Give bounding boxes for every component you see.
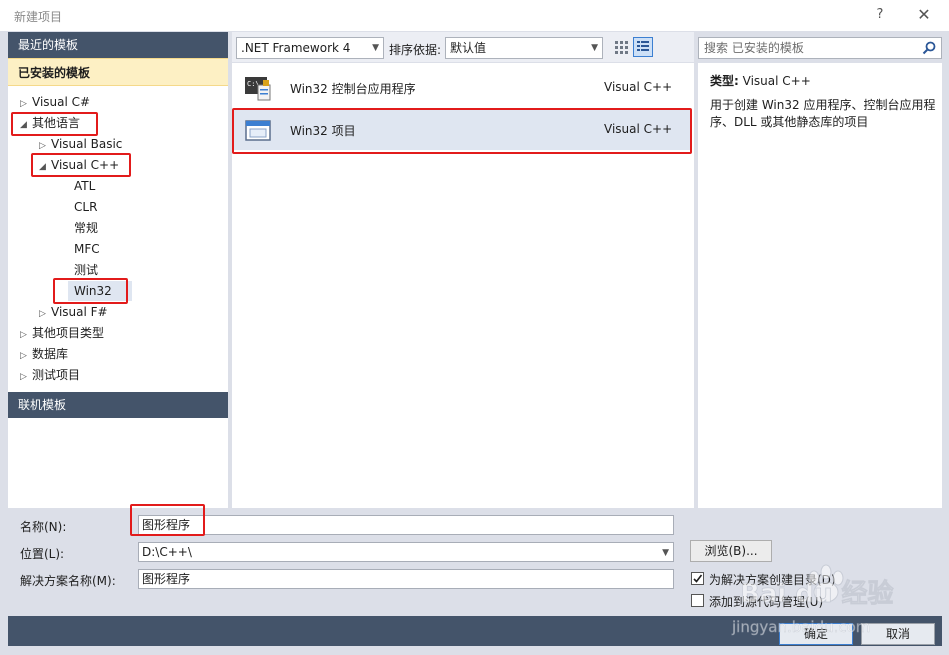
tree-item-label: Visual F# [51, 305, 108, 319]
create-directory-checkbox[interactable] [691, 572, 704, 585]
location-combo[interactable]: D:\C++\ ▼ [138, 542, 674, 562]
framework-value: .NET Framework 4 [241, 41, 351, 55]
framework-select[interactable]: .NET Framework 4 ▼ [236, 37, 384, 59]
highlight-box-win32-project [232, 108, 692, 154]
highlight-box-name [130, 504, 205, 536]
close-button[interactable]: ✕ [911, 4, 937, 26]
template-tree-pane: 最近的模板 已安装的模板 ▷ Visual C# ◢ 其他语言 ▷ Visual Ba… [8, 32, 228, 508]
console-app-icon: C:\ [245, 77, 271, 101]
tree-item-atl[interactable]: ATL [74, 176, 95, 196]
title-bar [0, 0, 949, 32]
watermark-brand: Bai du 经验 [740, 578, 894, 609]
tree-item-test-projects[interactable]: ▷ 测试项目 [20, 365, 80, 385]
search-icon[interactable] [921, 40, 937, 56]
name-label: 名称(N): [20, 520, 67, 534]
tree-item-clr[interactable]: CLR [74, 197, 97, 217]
tree-item-mfc[interactable]: MFC [74, 239, 100, 259]
check-icon [693, 574, 703, 583]
template-name: Win32 控制台应用程序 [290, 82, 416, 96]
tree-item-other-project-types[interactable]: ▷ 其他项目类型 [20, 323, 104, 343]
tree-item-label: 其他项目类型 [32, 326, 105, 340]
template-type: 类型: Visual C++ [710, 72, 811, 89]
expand-icon[interactable]: ▷ [39, 304, 51, 324]
template-row-win32-console[interactable]: C:\ Win32 控制台应用程序 Visual C++ [232, 68, 690, 108]
tree-item-visual-fsharp[interactable]: ▷ Visual F# [39, 302, 108, 322]
location-value: D:\C++\ [142, 545, 192, 559]
recent-templates-header[interactable]: 最近的模板 [8, 32, 228, 58]
name-input[interactable]: 图形程序 [138, 515, 674, 535]
type-label: 类型: [710, 74, 739, 88]
tree-item-general[interactable]: 常规 [74, 218, 98, 238]
list-view-button[interactable] [633, 37, 653, 57]
tree-item-label: 数据库 [32, 347, 69, 361]
highlight-box-win32 [53, 278, 128, 304]
type-value: Visual C++ [742, 74, 811, 88]
highlight-box-visual-cpp [31, 153, 131, 177]
list-view-icon [637, 41, 649, 51]
highlight-box-other-languages [11, 112, 98, 136]
expand-icon[interactable]: ▷ [20, 346, 32, 366]
template-description: 用于创建 Win32 应用程序、控制台应用程序、DLL 或其他静态库的项目 [710, 98, 936, 129]
chevron-down-icon: ▼ [372, 43, 379, 53]
tree-item-label: Visual Basic [51, 137, 123, 151]
help-button[interactable]: ? [869, 4, 891, 26]
tree-item-database[interactable]: ▷ 数据库 [20, 344, 68, 364]
baidu-watermark-logo: Bai du 经验 jingyan.baidu.com [731, 564, 894, 636]
location-label: 位置(L): [20, 547, 65, 561]
tree-item-test[interactable]: 测试 [74, 260, 98, 280]
window-title: 新建项目 [14, 10, 63, 24]
source-control-checkbox[interactable] [691, 594, 704, 607]
chevron-down-icon: ▼ [591, 43, 598, 53]
expand-icon[interactable]: ▷ [20, 325, 32, 345]
search-placeholder: 搜索 已安装的模板 [704, 41, 804, 55]
small-icons-view-button[interactable] [611, 37, 631, 57]
template-language: Visual C++ [604, 80, 673, 94]
expand-icon[interactable]: ▷ [20, 94, 32, 114]
watermark-url: jingyan.baidu.com [731, 618, 870, 636]
installed-templates-header[interactable]: 已安装的模板 [8, 58, 228, 86]
expand-icon[interactable]: ▷ [20, 367, 32, 387]
solution-name-input[interactable]: 图形程序 [138, 569, 674, 589]
online-templates-header[interactable]: 联机模板 [8, 392, 228, 418]
chevron-down-icon: ▼ [662, 548, 669, 558]
grid-view-icon [615, 41, 628, 54]
sort-select[interactable]: 默认值 ▼ [445, 37, 603, 59]
solution-name-label: 解决方案名称(M): [20, 574, 116, 588]
search-input[interactable]: 搜索 已安装的模板 [698, 37, 942, 59]
tree-item-label: Visual C# [32, 95, 91, 109]
tree-item-visual-basic[interactable]: ▷ Visual Basic [39, 134, 122, 154]
template-list: C:\ Win32 控制台应用程序 Visual C++ Win32 项目 Vi… [232, 63, 694, 508]
sort-value: 默认值 [450, 41, 487, 55]
sort-label: 排序依据: [389, 43, 442, 57]
tree-item-label: 测试项目 [32, 368, 81, 382]
tree-item-visual-csharp[interactable]: ▷ Visual C# [20, 92, 90, 112]
